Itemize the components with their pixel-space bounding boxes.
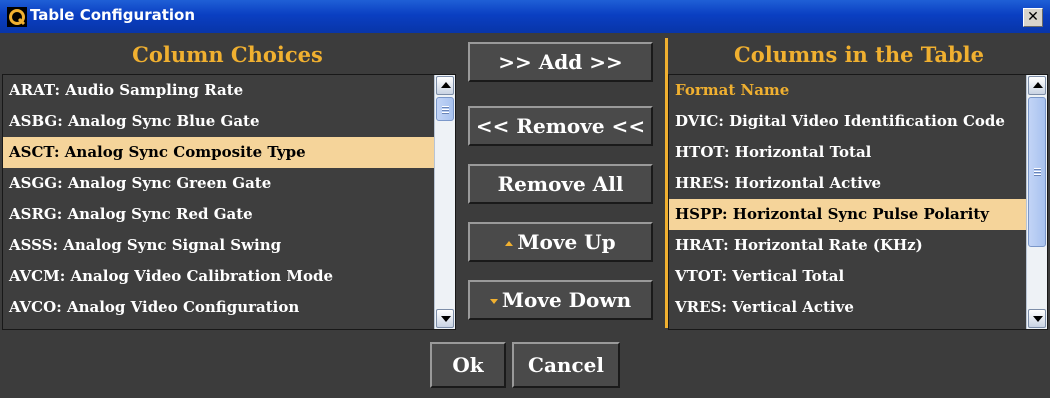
grip-line xyxy=(442,109,449,110)
list-item[interactable]: DVIC: Digital Video Identification Code xyxy=(669,106,1026,137)
grip-line xyxy=(442,106,449,107)
arrow-up-icon xyxy=(441,82,451,88)
columns-in-table-list[interactable]: Format Name DVIC: Digital Video Identific… xyxy=(668,74,1048,330)
arrow-down-icon xyxy=(441,316,451,322)
move-down-button-label: Move Down xyxy=(501,288,632,312)
dialog-footer: Ok Cancel xyxy=(0,330,1050,398)
title-bar[interactable]: Table Configuration ✕ xyxy=(0,0,1050,33)
list-item[interactable]: ARAT: Audio Sampling Rate xyxy=(3,75,434,106)
arrow-up-icon xyxy=(1033,82,1043,88)
column-choices-list[interactable]: ARAT: Audio Sampling Rate ASBG: Analog Sy… xyxy=(2,74,456,330)
add-button-label: >> Add >> xyxy=(498,50,623,74)
list-item[interactable]: HRES: Horizontal Active xyxy=(669,168,1026,199)
app-logo-icon xyxy=(7,7,27,27)
column-choices-scrollbar[interactable] xyxy=(434,75,455,329)
scroll-thumb[interactable] xyxy=(1028,97,1046,247)
scroll-up-button[interactable] xyxy=(436,76,454,95)
grip-line xyxy=(1034,174,1041,175)
list-item[interactable]: ASBG: Analog Sync Blue Gate xyxy=(3,106,434,137)
list-item[interactable]: ASCT: Analog Sync Composite Type xyxy=(3,137,434,168)
cancel-button-label: Cancel xyxy=(528,353,604,377)
grip-line xyxy=(442,112,449,113)
list-item[interactable]: VRES: Vertical Active xyxy=(669,292,1026,323)
list-item[interactable]: ASGG: Analog Sync Green Gate xyxy=(3,168,434,199)
columns-in-table-items: Format Name DVIC: Digital Video Identific… xyxy=(669,75,1026,329)
window-title: Table Configuration xyxy=(30,6,196,24)
remove-all-button-label: Remove All xyxy=(497,172,624,196)
move-up-icon xyxy=(505,241,514,246)
move-down-icon xyxy=(489,299,498,304)
list-item[interactable]: HTOT: Horizontal Total xyxy=(669,137,1026,168)
remove-button-label: << Remove << xyxy=(475,114,646,138)
grip-line xyxy=(1034,171,1041,172)
scroll-down-button[interactable] xyxy=(1028,309,1046,328)
scroll-down-button[interactable] xyxy=(436,309,454,328)
list-item[interactable]: AVCM: Analog Video Calibration Mode xyxy=(3,261,434,292)
column-choices-items: ARAT: Audio Sampling Rate ASBG: Analog Sy… xyxy=(3,75,434,329)
columns-in-table-scrollbar[interactable] xyxy=(1026,75,1047,329)
remove-all-button[interactable]: Remove All xyxy=(468,164,653,204)
ok-button-label: Ok xyxy=(452,353,484,377)
grip-line xyxy=(1034,168,1041,169)
scroll-thumb[interactable] xyxy=(436,97,454,121)
list-item[interactable]: HSPP: Horizontal Sync Pulse Polarity xyxy=(669,199,1026,230)
remove-button[interactable]: << Remove << xyxy=(468,106,653,146)
list-item[interactable]: HRAT: Horizontal Rate (KHz) xyxy=(669,230,1026,261)
move-up-button-label: Move Up xyxy=(517,230,616,254)
cancel-button[interactable]: Cancel xyxy=(512,342,620,388)
column-choices-heading: Column Choices xyxy=(132,42,323,67)
list-item[interactable]: ASSS: Analog Sync Signal Swing xyxy=(3,230,434,261)
list-item[interactable]: VTOT: Vertical Total xyxy=(669,261,1026,292)
list-item[interactable]: ASRG: Analog Sync Red Gate xyxy=(3,199,434,230)
list-item[interactable]: Format Name xyxy=(669,75,1026,106)
scroll-up-button[interactable] xyxy=(1028,76,1046,95)
add-button[interactable]: >> Add >> xyxy=(468,42,653,82)
columns-in-table-heading: Columns in the Table xyxy=(733,42,985,67)
arrow-down-icon xyxy=(1033,316,1043,322)
move-down-button[interactable]: Move Down xyxy=(468,280,653,320)
list-item[interactable]: AVCO: Analog Video Configuration xyxy=(3,292,434,323)
table-configuration-dialog: Table Configuration ✕ Column Choices ARA… xyxy=(0,0,1050,398)
ok-button[interactable]: Ok xyxy=(430,342,506,388)
move-up-button[interactable]: Move Up xyxy=(468,222,653,262)
close-button[interactable]: ✕ xyxy=(1023,8,1043,27)
close-icon: ✕ xyxy=(1027,9,1039,25)
